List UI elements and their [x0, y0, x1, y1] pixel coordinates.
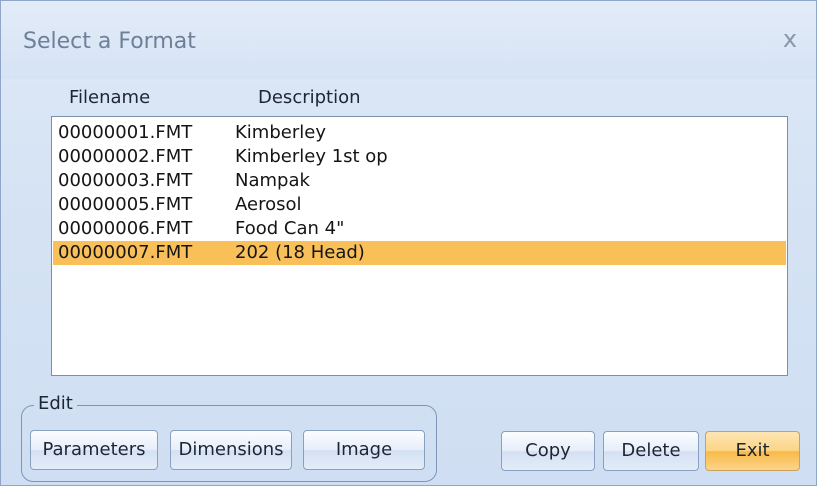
dimensions-button[interactable]: Dimensions	[170, 430, 292, 470]
list-item[interactable]: 00000002.FMT Kimberley 1st op	[53, 145, 786, 169]
list-item-filename: 00000003.FMT	[58, 170, 193, 191]
list-item-selected[interactable]: 00000007.FMT 202 (18 Head)	[53, 241, 786, 265]
list-item-description: Food Can 4"	[235, 218, 345, 239]
list-item-filename: 00000006.FMT	[58, 218, 193, 239]
list-item-filename: 00000001.FMT	[58, 122, 193, 143]
exit-button[interactable]: Exit	[705, 431, 800, 471]
list-item-description: 202 (18 Head)	[235, 242, 365, 263]
list-item[interactable]: 00000001.FMT Kimberley	[53, 121, 786, 145]
image-button[interactable]: Image	[303, 430, 425, 470]
format-list[interactable]: 00000001.FMT Kimberley 00000002.FMT Kimb…	[51, 116, 788, 376]
list-item[interactable]: 00000005.FMT Aerosol	[53, 193, 786, 217]
column-header-description[interactable]: Description	[258, 87, 361, 108]
list-item[interactable]: 00000003.FMT Nampak	[53, 169, 786, 193]
copy-button[interactable]: Copy	[501, 431, 595, 471]
dialog-title: Select a Format	[23, 29, 196, 54]
delete-button[interactable]: Delete	[603, 431, 699, 471]
list-item-filename: 00000005.FMT	[58, 194, 193, 215]
select-format-dialog: Select a Format x Filename Description 0…	[0, 0, 817, 486]
column-header-filename[interactable]: Filename	[69, 87, 150, 108]
list-item-filename: 00000002.FMT	[58, 146, 193, 167]
list-item-description: Kimberley 1st op	[235, 146, 388, 167]
list-item-description: Nampak	[235, 170, 310, 191]
close-icon[interactable]: x	[776, 25, 804, 53]
list-item-filename: 00000007.FMT	[58, 242, 193, 263]
edit-group-label: Edit	[34, 393, 77, 414]
parameters-button[interactable]: Parameters	[30, 430, 158, 470]
list-item[interactable]: 00000006.FMT Food Can 4"	[53, 217, 786, 241]
list-item-description: Aerosol	[235, 194, 302, 215]
list-item-description: Kimberley	[235, 122, 326, 143]
title-bar[interactable]: Select a Format x	[1, 1, 816, 79]
